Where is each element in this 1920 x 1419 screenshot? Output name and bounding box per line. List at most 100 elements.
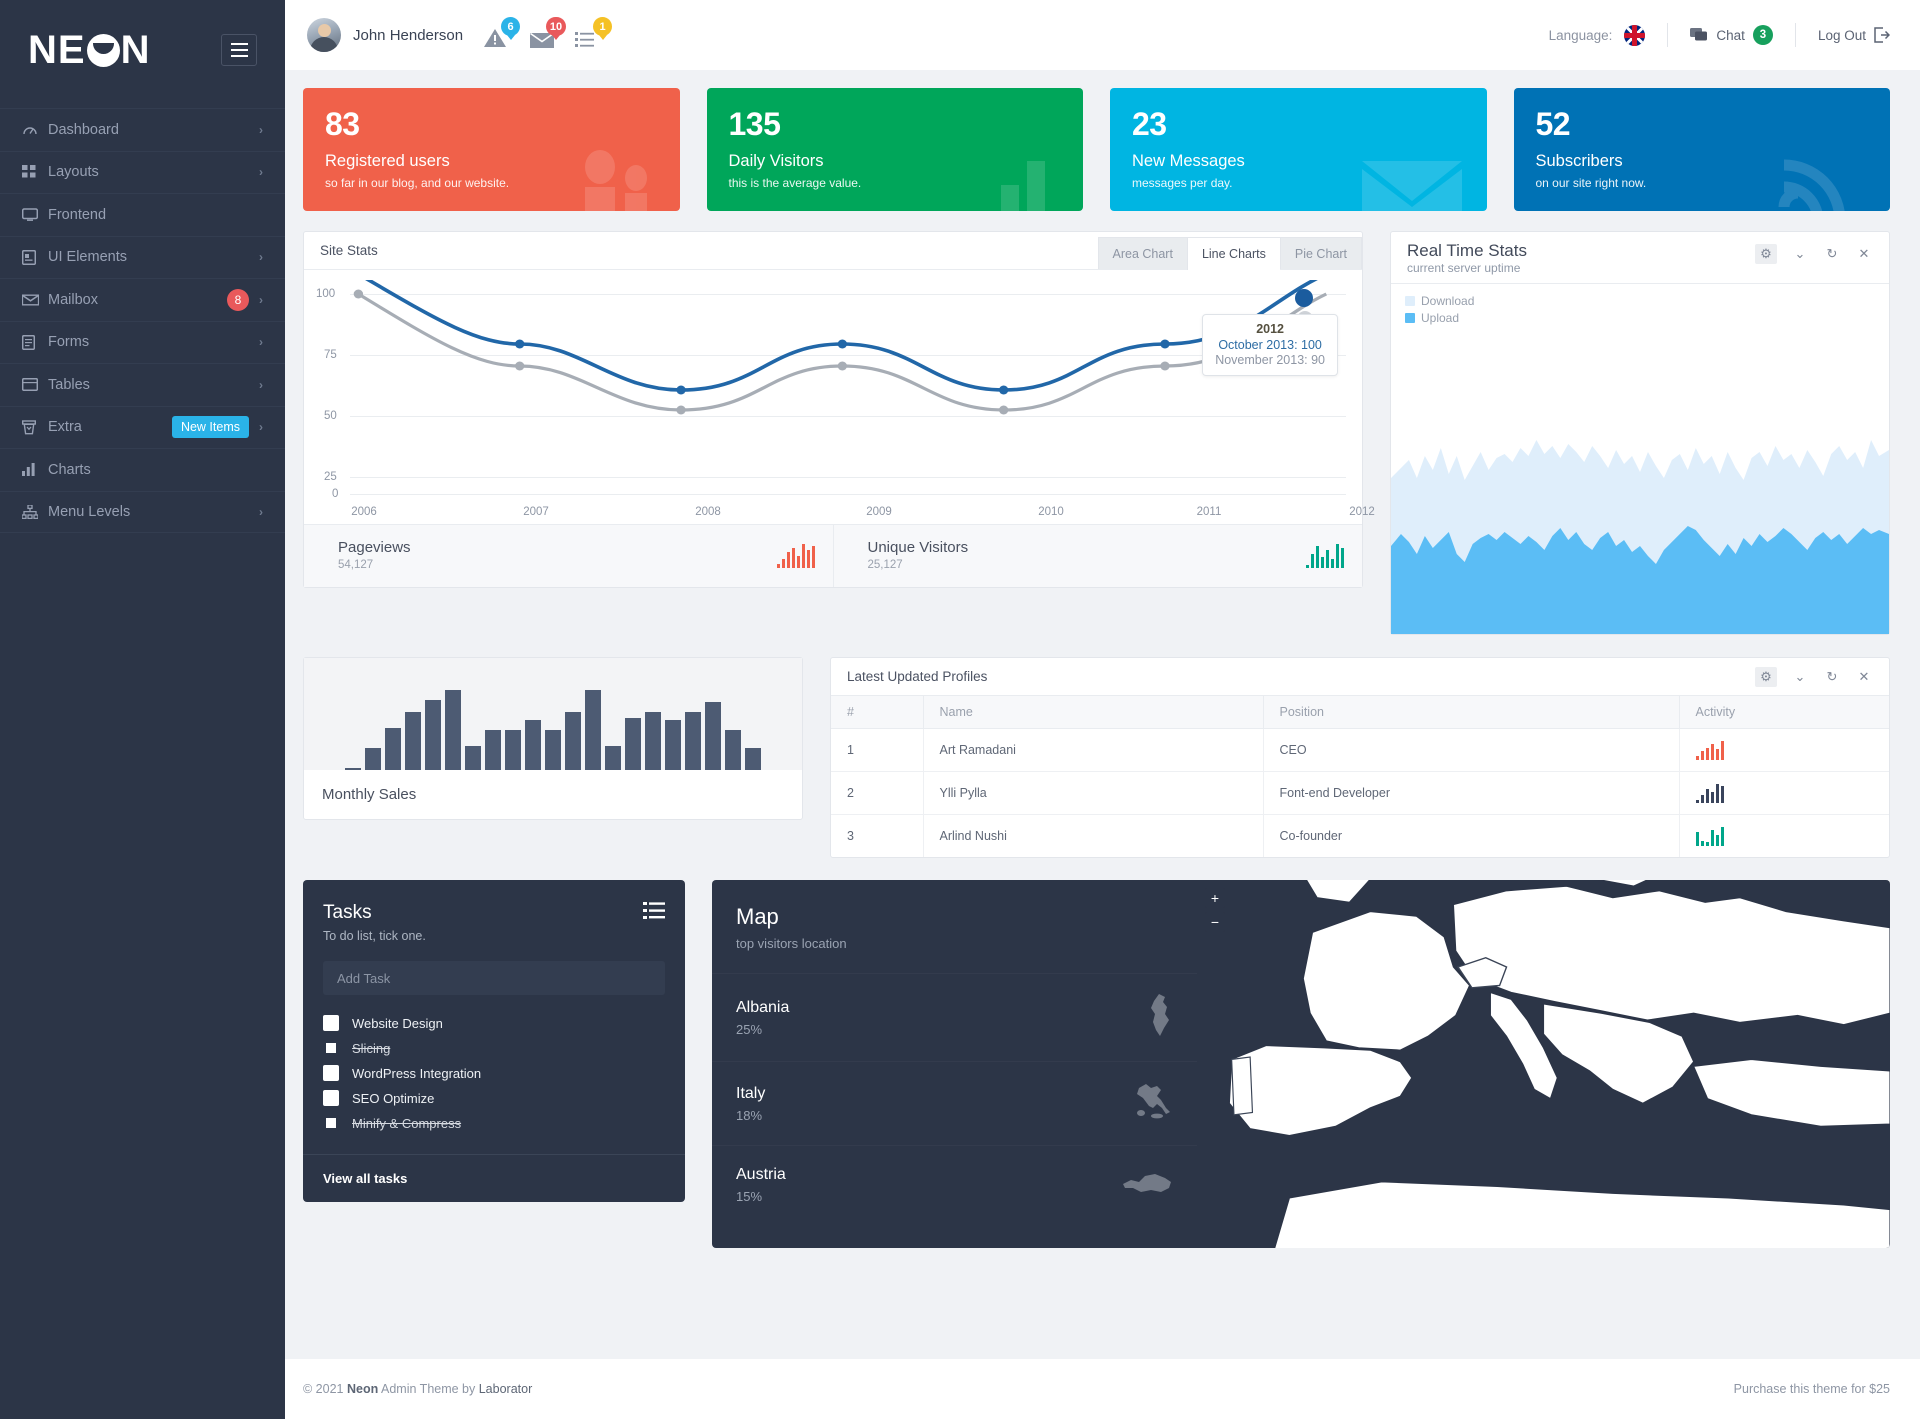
panel-tools: ⚙ ⌄ ↻ ✕ bbox=[1755, 667, 1873, 687]
cell-num: 3 bbox=[831, 815, 923, 858]
hamburger-bar bbox=[231, 43, 248, 45]
sidebar-item-tables[interactable]: Tables › bbox=[0, 363, 285, 406]
logout-button[interactable]: Log Out bbox=[1818, 27, 1890, 43]
map-subtitle: top visitors location bbox=[736, 936, 1173, 951]
tab-line-charts[interactable]: Line Charts bbox=[1187, 237, 1280, 270]
tile-daily-visitors[interactable]: 135 Daily Visitors this is the average v… bbox=[707, 88, 1084, 211]
map-country-row[interactable]: Italy 18% bbox=[712, 1061, 1197, 1145]
sidebar-item-dashboard[interactable]: Dashboard › bbox=[0, 108, 285, 151]
page-footer: © 2021 Neon Admin Theme by Laborator Pur… bbox=[285, 1359, 1920, 1419]
refresh-icon[interactable]: ↻ bbox=[1823, 668, 1841, 686]
map-canvas[interactable]: + − bbox=[1197, 880, 1890, 1248]
sidebar-collapse-button[interactable] bbox=[221, 34, 257, 66]
form-icon bbox=[22, 335, 48, 350]
y-tick-label: 0 bbox=[332, 488, 338, 500]
close-icon[interactable]: ✕ bbox=[1855, 668, 1873, 686]
envelope-icon bbox=[22, 294, 48, 306]
tab-pie-chart[interactable]: Pie Chart bbox=[1280, 237, 1362, 269]
tasks-button[interactable]: 1 bbox=[575, 21, 601, 49]
alerts-button[interactable]: 6 bbox=[483, 21, 509, 49]
tasks-list-icon[interactable] bbox=[643, 902, 665, 924]
sidebar-item-menu-levels[interactable]: Menu Levels › bbox=[0, 491, 285, 534]
sidebar-item-forms[interactable]: Forms › bbox=[0, 321, 285, 364]
map-country-row[interactable]: Albania 25% bbox=[712, 973, 1197, 1061]
topbar-right: Language: Chat 3 Log Out bbox=[1549, 23, 1890, 47]
realtime-area-chart bbox=[1391, 328, 1889, 634]
add-task-input[interactable] bbox=[323, 961, 665, 995]
tasks-body: Website Design Slicing WordPress Integra… bbox=[303, 961, 685, 1154]
cell-num: 2 bbox=[831, 772, 923, 815]
language-label: Language: bbox=[1549, 28, 1613, 43]
sidebar-item-layouts[interactable]: Layouts › bbox=[0, 151, 285, 194]
author-link[interactable]: Laborator bbox=[479, 1382, 533, 1396]
tile-registered-users[interactable]: 83 Registered users so far in our blog, … bbox=[303, 88, 680, 211]
task-checkbox[interactable] bbox=[323, 1115, 339, 1131]
sidebar-item-mailbox[interactable]: Mailbox 8 › bbox=[0, 278, 285, 321]
sidebar-item-label: Forms bbox=[48, 334, 259, 350]
map-title: Map bbox=[736, 904, 1173, 930]
column-header-activity: Activity bbox=[1679, 696, 1889, 729]
divider bbox=[1795, 23, 1796, 47]
task-label: WordPress Integration bbox=[352, 1066, 481, 1081]
gear-icon[interactable]: ⚙ bbox=[1755, 244, 1777, 264]
sidebar-item-label: Dashboard bbox=[48, 122, 259, 138]
user-block[interactable]: John Henderson bbox=[307, 18, 463, 52]
map-zoom-in-button[interactable]: + bbox=[1205, 888, 1225, 908]
sidebar-item-charts[interactable]: Charts bbox=[0, 448, 285, 491]
task-item[interactable]: SEO Optimize bbox=[323, 1086, 665, 1111]
topbar: John Henderson 6 10 1 Language: bbox=[285, 0, 1920, 70]
tab-area-chart[interactable]: Area Chart bbox=[1098, 237, 1187, 269]
row-site-stats: Site Stats Area Chart Line Charts Pie Ch… bbox=[303, 231, 1890, 635]
sidebar-item-ui-elements[interactable]: UI Elements › bbox=[0, 236, 285, 279]
column-header-position: Position bbox=[1263, 696, 1679, 729]
logo-o-icon bbox=[87, 34, 120, 67]
cell-name: Art Ramadani bbox=[923, 729, 1263, 772]
table-row[interactable]: 2 Ylli Pylla Font-end Developer bbox=[831, 772, 1889, 815]
task-checkbox[interactable] bbox=[323, 1040, 339, 1056]
refresh-icon[interactable]: ↻ bbox=[1823, 245, 1841, 263]
task-item[interactable]: WordPress Integration bbox=[323, 1061, 665, 1086]
task-item[interactable]: Slicing bbox=[323, 1036, 665, 1061]
users-icon bbox=[574, 147, 660, 211]
sidebar-header: NEN bbox=[0, 0, 285, 100]
map-zoom-out-button[interactable]: − bbox=[1205, 912, 1225, 932]
close-icon[interactable]: ✕ bbox=[1855, 245, 1873, 263]
monthly-sales-panel: Monthly Sales bbox=[303, 657, 803, 820]
tile-subscribers[interactable]: 52 Subscribers on our site right now. bbox=[1514, 88, 1891, 211]
task-item[interactable]: Website Design bbox=[323, 1011, 665, 1036]
chart-tabs: Area Chart Line Charts Pie Chart bbox=[1098, 236, 1363, 269]
site-stats-footer: Pageviews 54,127 Unique Visitor bbox=[304, 524, 1362, 587]
row-monthly-profiles: Monthly Sales Latest Updated Profiles ⚙ … bbox=[303, 657, 1890, 858]
task-checkbox[interactable] bbox=[323, 1065, 339, 1081]
sparkline-green bbox=[1306, 542, 1344, 568]
tile-new-messages[interactable]: 23 New Messages messages per day. bbox=[1110, 88, 1487, 211]
chevron-right-icon: › bbox=[259, 335, 263, 349]
task-label: Slicing bbox=[352, 1041, 390, 1056]
task-label: SEO Optimize bbox=[352, 1091, 434, 1106]
view-all-tasks-link[interactable]: View all tasks bbox=[303, 1154, 685, 1202]
chevron-down-icon[interactable]: ⌄ bbox=[1791, 668, 1809, 686]
table-row[interactable]: 1 Art Ramadani CEO bbox=[831, 729, 1889, 772]
table-row[interactable]: 3 Arlind Nushi Co-founder bbox=[831, 815, 1889, 858]
chat-button[interactable]: Chat 3 bbox=[1690, 25, 1773, 45]
chevron-right-icon: › bbox=[259, 378, 263, 392]
gear-icon[interactable]: ⚙ bbox=[1755, 667, 1777, 687]
sidebar-badge-mailbox: 8 bbox=[227, 289, 249, 311]
legend-label: Upload bbox=[1421, 311, 1459, 325]
task-checkbox[interactable] bbox=[323, 1090, 339, 1106]
site-stats-header: Site Stats Area Chart Line Charts Pie Ch… bbox=[304, 232, 1362, 270]
logout-icon bbox=[1874, 27, 1890, 43]
task-checkbox[interactable] bbox=[323, 1015, 339, 1031]
copyright-mid: Admin Theme by bbox=[378, 1382, 479, 1396]
messages-button[interactable]: 10 bbox=[529, 21, 555, 49]
chevron-down-icon[interactable]: ⌄ bbox=[1791, 245, 1809, 263]
latest-profiles-panel: Latest Updated Profiles ⚙ ⌄ ↻ ✕ # Na bbox=[830, 657, 1890, 858]
map-country-row[interactable]: Austria 15% bbox=[712, 1145, 1197, 1224]
tooltip-year: 2012 bbox=[1215, 322, 1325, 336]
uk-flag-icon[interactable] bbox=[1624, 25, 1645, 46]
x-tick-label: 2007 bbox=[523, 506, 549, 518]
sidebar-item-frontend[interactable]: Frontend bbox=[0, 193, 285, 236]
sidebar-item-extra[interactable]: Extra New Items › bbox=[0, 406, 285, 449]
purchase-link[interactable]: Purchase this theme for $25 bbox=[1734, 1382, 1890, 1396]
task-item[interactable]: Minify & Compress bbox=[323, 1111, 665, 1136]
